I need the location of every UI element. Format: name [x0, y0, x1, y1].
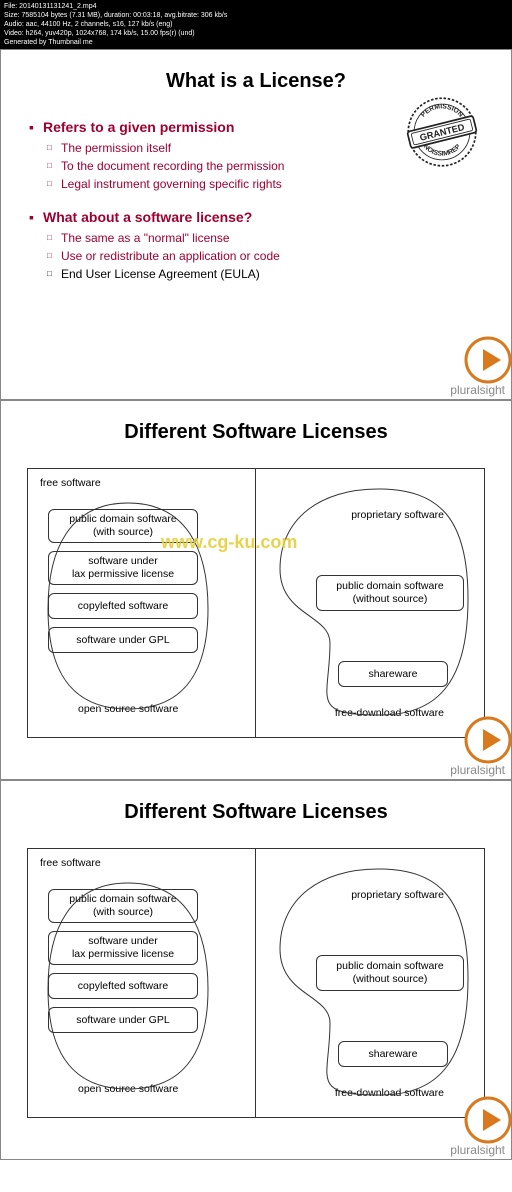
- bullet-legal-instrument: Legal instrument governing specific righ…: [29, 177, 483, 191]
- opensrc-label-2: open source software: [78, 1083, 178, 1095]
- bullet-doc-recording: To the document recording the permission: [29, 159, 483, 173]
- pluralsight-logo: pluralsight: [450, 383, 505, 397]
- play-icon[interactable]: [463, 1095, 512, 1145]
- bullet-perm-itself: The permission itself: [29, 141, 483, 155]
- bullet-same-normal: The same as a "normal" license: [29, 231, 483, 245]
- box-lax-permissive-2: software under lax permissive license: [48, 931, 198, 965]
- slide-2: Different Software Licenses www.cg-ku.co…: [0, 400, 512, 780]
- box-public-with-source-2: public domain software (with source): [48, 889, 198, 923]
- meta-video: Video: h264, yuv420p, 1024x768, 174 kb/s…: [4, 30, 195, 37]
- play-icon[interactable]: [463, 335, 512, 385]
- pluralsight-logo: pluralsight: [450, 1143, 505, 1157]
- slide-3: Different Software Licenses free softwar…: [0, 780, 512, 1160]
- slide-1: PERMISSION NOISSIMREP GRANTED What is a …: [0, 49, 512, 400]
- box-shareware-2: shareware: [338, 1041, 448, 1067]
- slide2-title: Different Software Licenses: [29, 421, 483, 444]
- box-copylefted: copylefted software: [48, 593, 198, 619]
- box-gpl-2: software under GPL: [48, 1007, 198, 1033]
- meta-file: File: 20140131131241_2.mp4: [4, 3, 97, 10]
- video-metadata-panel: File: 20140131131241_2.mp4 Size: 7585104…: [0, 0, 512, 49]
- box-shareware: shareware: [338, 661, 448, 687]
- bullet-software-license: What about a software license?: [29, 209, 483, 225]
- box-public-without: public domain software (without source): [316, 575, 464, 611]
- box-public-with-source: public domain software (with source): [48, 509, 198, 543]
- slide1-title: What is a License?: [29, 70, 483, 93]
- license-diagram-2: free software public domain software (wi…: [27, 848, 485, 1118]
- freedl-label-2: free-download software: [335, 1087, 444, 1099]
- proprietary-label-2: proprietary software: [351, 889, 444, 901]
- freedl-label: free-download software: [335, 707, 444, 719]
- meta-generator: Generated by Thumbnail me: [4, 39, 93, 46]
- meta-size: Size: 7585104 bytes (7.31 MB), duration:…: [4, 12, 227, 19]
- box-copylefted-2: copylefted software: [48, 973, 198, 999]
- license-diagram: free software public domain software (wi…: [27, 468, 485, 738]
- box-gpl: software under GPL: [48, 627, 198, 653]
- box-public-without-2: public domain software (without source): [316, 955, 464, 991]
- bullet-permission: Refers to a given permission: [29, 119, 483, 135]
- pluralsight-logo: pluralsight: [450, 763, 505, 777]
- free-software-label-2: free software: [40, 857, 101, 869]
- box-lax-permissive: software under lax permissive license: [48, 551, 198, 585]
- proprietary-label: proprietary software: [351, 509, 444, 521]
- bullet-use-redistribute: Use or redistribute an application or co…: [29, 249, 483, 263]
- play-icon[interactable]: [463, 715, 512, 765]
- meta-audio: Audio: aac, 44100 Hz, 2 channels, s16, 1…: [4, 21, 173, 28]
- bullet-eula: End User License Agreement (EULA): [29, 267, 483, 281]
- free-software-label: free software: [40, 477, 101, 489]
- slide3-title: Different Software Licenses: [29, 801, 483, 824]
- opensrc-label: open source software: [78, 703, 178, 715]
